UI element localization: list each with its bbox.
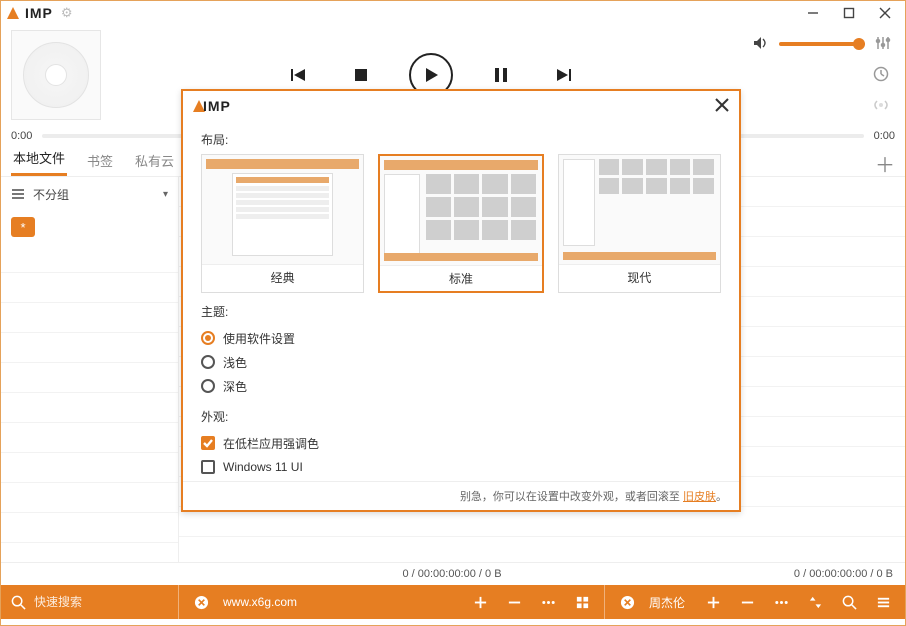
close-panel-icon[interactable] <box>615 590 639 614</box>
chevron-down-icon: ▾ <box>163 189 168 200</box>
layout-section-title: 布局: <box>201 131 721 148</box>
next-track-button[interactable] <box>549 61 577 89</box>
list-item[interactable] <box>1 483 178 513</box>
pause-button[interactable] <box>487 61 515 89</box>
titlebar: IMP ⚙ <box>1 1 905 25</box>
appearance-option-win11[interactable]: Windows 11 UI <box>201 455 721 479</box>
remove-icon[interactable] <box>502 590 526 614</box>
tab-bookmarks[interactable]: 书签 <box>85 145 115 176</box>
bottom-bar: www.x6g.com 周杰伦 <box>1 585 905 619</box>
checkbox-icon <box>201 460 215 474</box>
sidebar: 不分组 ▾ * <box>1 177 179 562</box>
appearance-dialog: IMP 布局: 经典 <box>181 89 741 512</box>
app-logo-icon <box>7 7 19 19</box>
list-item[interactable] <box>1 513 178 543</box>
checkbox-icon <box>201 436 215 450</box>
list-icon <box>11 187 25 201</box>
menu-icon[interactable] <box>871 590 895 614</box>
stop-button[interactable] <box>347 61 375 89</box>
add-icon[interactable] <box>468 590 492 614</box>
settings-gear-icon[interactable]: ⚙ <box>61 5 73 21</box>
clock-icon[interactable] <box>873 66 889 85</box>
window-maximize-button[interactable] <box>835 3 863 23</box>
appearance-label: 在低栏应用强调色 <box>223 435 319 452</box>
close-panel-icon[interactable] <box>189 590 213 614</box>
radio-icon <box>201 331 215 345</box>
sort-icon[interactable] <box>803 590 827 614</box>
list-item[interactable] <box>1 303 178 333</box>
theme-option-software[interactable]: 使用软件设置 <box>201 326 721 350</box>
more-icon[interactable] <box>536 590 560 614</box>
layout-option-standard[interactable]: 标准 <box>378 154 543 293</box>
list-item[interactable] <box>1 273 178 303</box>
info-right: 0 / 00:00:00:00 / 0 B <box>713 568 893 580</box>
tab-local-files[interactable]: 本地文件 <box>11 142 67 176</box>
layout-label: 经典 <box>271 265 295 290</box>
theme-label: 浅色 <box>223 354 247 371</box>
info-bar: 0 / 00:00:00:00 / 0 B 0 / 00:00:00:00 / … <box>1 563 905 585</box>
grid-view-icon[interactable] <box>570 590 594 614</box>
theme-option-light[interactable]: 浅色 <box>201 350 721 374</box>
remove-icon[interactable] <box>735 590 759 614</box>
info-center: 0 / 00:00:00:00 / 0 B <box>191 568 713 580</box>
group-label: 不分组 <box>33 186 69 203</box>
layout-option-modern[interactable]: 现代 <box>558 154 721 293</box>
theme-option-dark[interactable]: 深色 <box>201 374 721 398</box>
window-close-button[interactable] <box>871 3 899 23</box>
dialog-close-button[interactable] <box>715 98 729 115</box>
playlist-panel-2: 周杰伦 <box>605 585 905 619</box>
layout-option-classic[interactable]: 经典 <box>201 154 364 293</box>
panel2-label[interactable]: 周杰伦 <box>649 594 691 611</box>
album-art[interactable] <box>11 30 101 120</box>
group-selector[interactable]: 不分组 ▾ <box>1 177 178 211</box>
previous-track-button[interactable] <box>285 61 313 89</box>
dialog-header: IMP <box>183 91 739 121</box>
sidebar-list <box>1 243 178 562</box>
appearance-section-title: 外观: <box>201 408 721 425</box>
playlist-panel-1: www.x6g.com <box>179 585 605 619</box>
star-label: * <box>20 220 25 235</box>
search-icon[interactable] <box>837 590 861 614</box>
list-item[interactable] <box>1 243 178 273</box>
appearance-label: Windows 11 UI <box>223 460 303 474</box>
list-item[interactable] <box>1 333 178 363</box>
volume-icon[interactable] <box>753 35 769 54</box>
layout-options: 经典 标准 <box>201 154 721 293</box>
equalizer-icon[interactable] <box>875 35 891 54</box>
theme-section-title: 主题: <box>201 303 721 320</box>
theme-label: 深色 <box>223 378 247 395</box>
dialog-app-name: IMP <box>203 98 231 114</box>
radio-icon <box>201 379 215 393</box>
footer-tail: 。 <box>716 491 727 503</box>
quick-search <box>1 585 179 619</box>
search-icon <box>11 590 26 614</box>
time-current: 0:00 <box>11 130 32 142</box>
panel1-label[interactable]: www.x6g.com <box>223 595 458 609</box>
right-controls <box>753 35 905 116</box>
appearance-option-accent[interactable]: 在低栏应用强调色 <box>201 431 721 455</box>
layout-label: 标准 <box>449 266 473 291</box>
list-item[interactable] <box>1 453 178 483</box>
broadcast-icon[interactable] <box>873 97 889 116</box>
list-item[interactable] <box>1 423 178 453</box>
list-item[interactable] <box>1 393 178 423</box>
footer-text: 别急，你可以在设置中改变外观，或者回滚至 <box>460 491 683 503</box>
add-icon[interactable] <box>701 590 725 614</box>
dialog-footer: 别急，你可以在设置中改变外观，或者回滚至 旧皮肤。 <box>183 481 739 510</box>
footer-link[interactable]: 旧皮肤 <box>683 491 716 503</box>
add-tab-button[interactable]: ＋ <box>875 156 895 176</box>
layout-label: 现代 <box>627 265 651 290</box>
volume-slider[interactable] <box>779 42 865 46</box>
radio-icon <box>201 355 215 369</box>
time-total: 0:00 <box>874 130 895 142</box>
theme-label: 使用软件设置 <box>223 330 295 347</box>
tab-private-cloud[interactable]: 私有云 <box>133 145 176 176</box>
window-minimize-button[interactable] <box>799 3 827 23</box>
list-item[interactable] <box>1 363 178 393</box>
search-input[interactable] <box>34 595 189 609</box>
app-name: IMP <box>25 5 53 21</box>
more-icon[interactable] <box>769 590 793 614</box>
favorites-pill[interactable]: * <box>11 217 35 237</box>
